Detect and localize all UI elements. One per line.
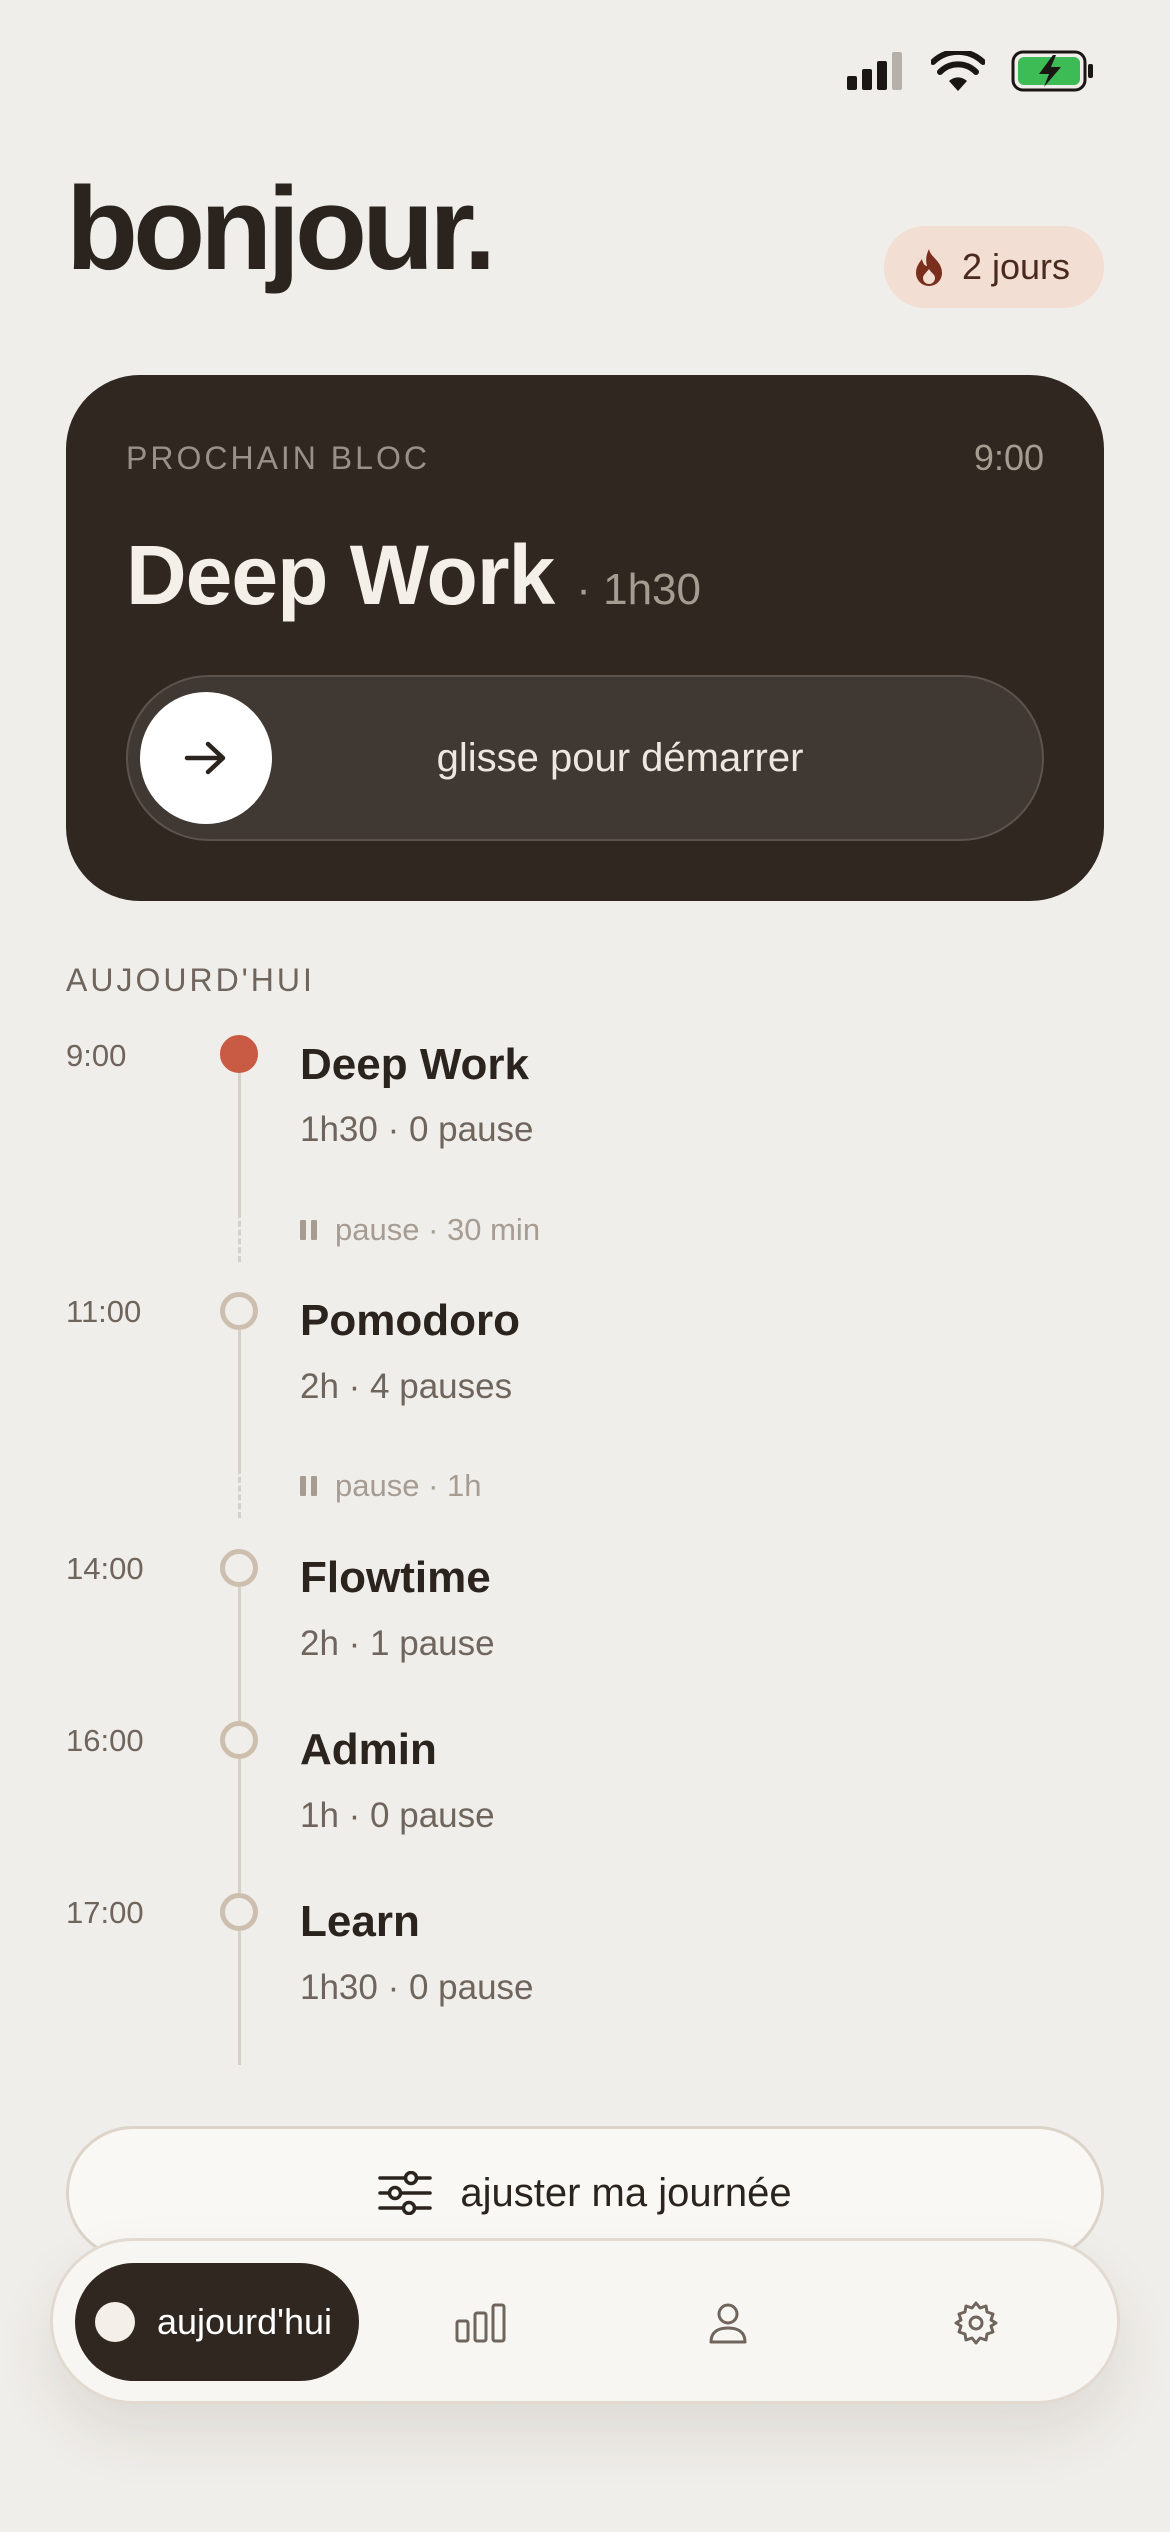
timeline-break-connector	[238, 1468, 241, 1518]
block-status-dot	[220, 1292, 258, 1330]
block-status-dot	[220, 1035, 258, 1073]
nav-tab-stats[interactable]	[451, 2293, 511, 2353]
flame-icon	[915, 249, 942, 286]
stats-icon	[455, 2303, 506, 2343]
next-block-title-row: Deep Work · 1h30	[126, 527, 701, 624]
nav-tab-profile[interactable]	[698, 2293, 758, 2353]
streak-badge[interactable]: 2 jours	[883, 226, 1104, 308]
break-item: pause · 1h	[300, 1468, 482, 1504]
status-bar	[847, 50, 1095, 92]
timeline-connector	[238, 1072, 241, 1212]
block-status-dot	[220, 1893, 258, 1931]
cellular-signal-icon	[847, 52, 902, 90]
timeline-connector	[238, 1759, 241, 1893]
next-block-card: PROCHAIN BLOC 9:00 Deep Work · 1h30 glis…	[66, 375, 1104, 901]
break-label: pause · 1h	[335, 1468, 482, 1503]
next-block-duration: · 1h30	[576, 565, 701, 614]
today-dot-icon	[95, 2302, 135, 2342]
block-status-dot	[220, 1721, 258, 1759]
app-screen: bonjour. 2 jours PROCHAIN BLOC 9:00 Deep…	[0, 0, 1170, 2532]
slide-knob[interactable]	[140, 692, 272, 824]
wifi-icon	[931, 51, 985, 91]
slide-to-start[interactable]: glisse pour démarrer	[126, 675, 1044, 841]
block-subtitle: 1h30 · 0 pause	[300, 1968, 534, 2007]
block-status-dot	[220, 1549, 258, 1587]
block-subtitle: 1h30 · 0 pause	[300, 1110, 534, 1149]
next-block-time: 9:00	[973, 437, 1044, 478]
settings-icon	[954, 2301, 998, 2345]
pause-icon	[300, 1220, 317, 1240]
block-subtitle: 2h · 1 pause	[300, 1624, 495, 1663]
block-time: 17:00	[66, 1895, 144, 1930]
timeline-connector	[238, 1931, 241, 2065]
block-title[interactable]: Admin	[300, 1725, 437, 1775]
block-time: 9:00	[66, 1038, 127, 1073]
block-title[interactable]: Pomodoro	[300, 1296, 520, 1346]
break-item: pause · 30 min	[300, 1212, 540, 1248]
next-block-label: PROCHAIN BLOC	[126, 440, 430, 476]
timeline-connector	[238, 1330, 241, 1468]
nav-tab-today-label: aujourd'hui	[157, 2301, 333, 2342]
nav-tab-settings[interactable]	[946, 2293, 1006, 2353]
adjust-day-label: ajuster ma journée	[460, 2170, 792, 2215]
block-title[interactable]: Learn	[300, 1897, 420, 1947]
block-subtitle: 1h · 0 pause	[300, 1796, 495, 1835]
arrow-right-icon	[184, 741, 226, 775]
streak-label: 2 jours	[961, 246, 1070, 287]
block-title[interactable]: Flowtime	[300, 1553, 491, 1603]
timeline-connector	[238, 1587, 241, 1721]
pause-icon	[300, 1476, 317, 1496]
bottom-nav: aujourd'hui	[50, 2238, 1120, 2404]
nav-tab-today[interactable]: aujourd'hui	[75, 2263, 359, 2381]
next-block-title: Deep Work	[126, 528, 555, 622]
page-title: bonjour.	[66, 163, 496, 295]
block-time: 14:00	[66, 1551, 144, 1586]
block-title[interactable]: Deep Work	[300, 1040, 529, 1090]
timeline-break-connector	[238, 1212, 241, 1262]
sliders-icon	[378, 2171, 433, 2215]
battery-charging-icon	[1011, 50, 1093, 92]
profile-icon	[709, 2303, 747, 2344]
block-time: 16:00	[66, 1723, 144, 1758]
break-label: pause · 30 min	[335, 1212, 541, 1247]
today-section-label: AUJOURD'HUI	[66, 962, 315, 998]
block-time: 11:00	[66, 1294, 142, 1329]
block-subtitle: 2h · 4 pauses	[300, 1367, 513, 1406]
